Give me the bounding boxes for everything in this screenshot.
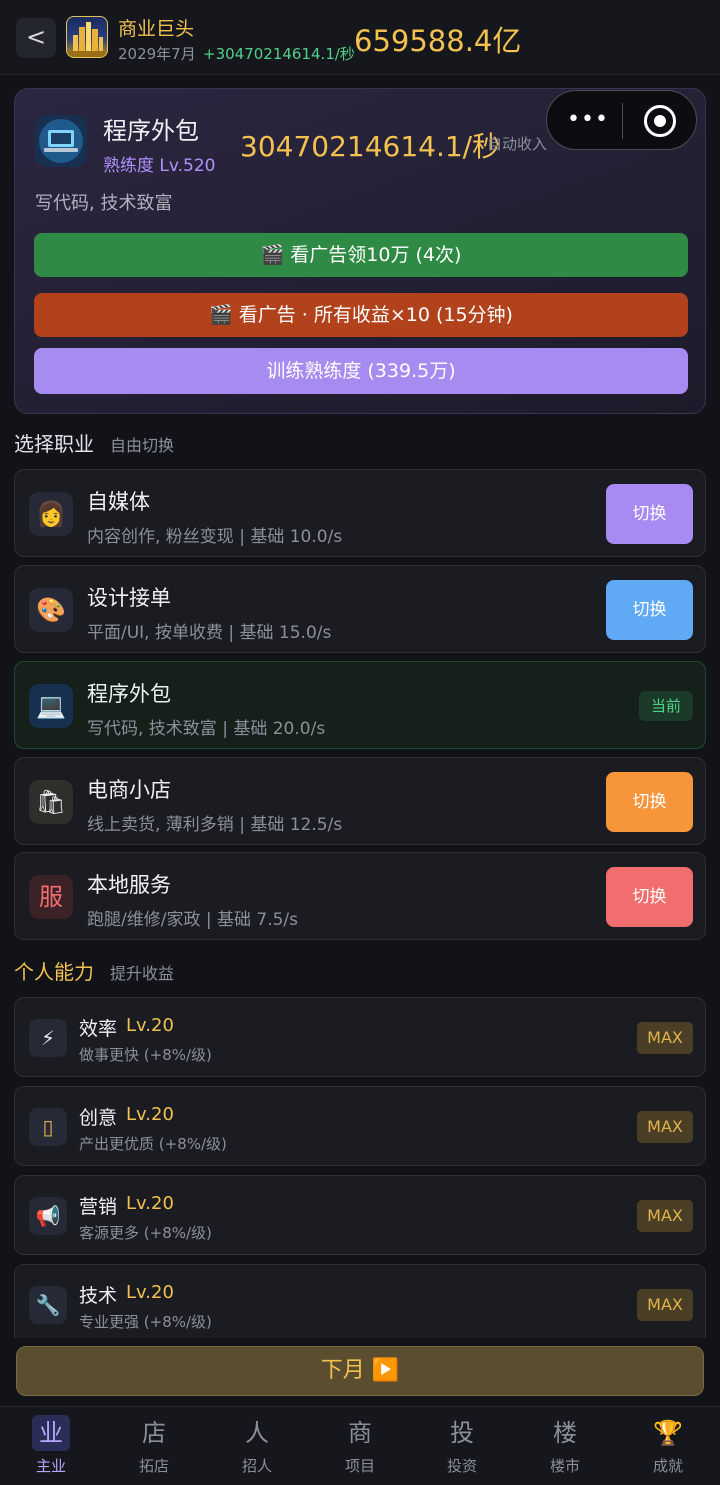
ability-name: 营销 [79,1196,118,1218]
hero-career-name: 程序外包 [103,117,199,145]
max-badge: MAX [637,1289,693,1321]
laptop-coder-icon: 💻 [29,684,73,728]
watch-ad-boost-button[interactable]: 🎬 看广告 · 所有收益×10 (15分钟) [34,293,688,337]
next-month-button[interactable]: 下月 ▶️ [16,1346,704,1396]
lightning-icon: ⚡ [29,1019,67,1057]
nav-label: 成就 [652,1457,683,1475]
nav-projects[interactable]: 商 项目 [320,1415,400,1476]
max-badge: MAX [637,1022,693,1054]
switch-button[interactable]: 切换 [606,484,693,544]
top-header: < 商业巨头 2029年7月 +30470214614.1/秒 659588.4… [0,0,720,75]
career-desc: 写代码, 技术致富 | 基础 20.0/s [87,719,326,739]
nav-label: 主业 [35,1457,66,1475]
back-button[interactable]: < [16,18,56,58]
careers-section-title: 选择职业 [14,432,94,456]
nav-label: 拓店 [138,1457,169,1475]
lightbulb-icon: ▯ [29,1108,67,1146]
career-desc: 线上卖货, 薄利多销 | 基础 12.5/s [87,815,343,835]
ability-name: 创意 [79,1107,118,1129]
bottom-navigation: 业 主业 店 拓店 人 招人 商 项目 投 投资 楼 楼市 🏆 成就 [0,1406,720,1485]
nav-recruit[interactable]: 人 招人 [217,1415,297,1476]
nav-person-icon: 人 [245,1419,269,1447]
shopping-bag-icon: 🛍 [29,780,73,824]
ability-desc: 客源更多 (+8%/级) [79,1224,212,1242]
capsule-divider [622,103,623,139]
ability-desc: 专业更强 (+8%/级) [79,1313,212,1331]
career-desc: 平面/UI, 按单收费 | 基础 15.0/s [87,623,332,643]
megaphone-icon: 📢 [29,1197,67,1235]
next-month-bar: 下月 ▶️ [0,1338,720,1406]
career-name: 设计接单 [87,586,171,610]
hero-skill-level: 熟练度 Lv.520 [103,156,216,176]
switch-button[interactable]: 切换 [606,867,693,927]
ability-card-efficiency: ⚡ 效率 Lv.20 做事更快 (+8%/级) MAX [14,997,706,1077]
city-skyline-icon [67,22,107,57]
nav-real-estate[interactable]: 楼 楼市 [525,1415,605,1476]
nav-invest-icon: 投 [450,1419,474,1447]
service-text-icon: 服 [29,875,73,919]
ability-card-creativity: ▯ 创意 Lv.20 产出更优质 (+8%/级) MAX [14,1086,706,1166]
game-date: 2029年7月 [118,45,196,63]
current-badge: 当前 [639,691,693,721]
ability-desc: 产出更优质 (+8%/级) [79,1135,227,1153]
ability-card-technology: 🔧 技术 Lv.20 专业更强 (+8%/级) MAX [14,1264,706,1344]
nav-business-icon: 商 [348,1419,372,1447]
hero-description: 写代码, 技术致富 [35,193,173,214]
max-badge: MAX [637,1200,693,1232]
career-card-ecommerce: 🛍 电商小店 线上卖货, 薄利多销 | 基础 12.5/s 切换 [14,757,706,845]
nav-label: 招人 [241,1457,272,1475]
abilities-section-title: 个人能力 [14,960,94,984]
ability-level: Lv.20 [126,1193,174,1214]
nav-store-icon: 店 [142,1419,166,1447]
career-card-self-media: 👩 自媒体 内容创作, 粉丝变现 | 基础 10.0/s 切换 [14,469,706,557]
train-skill-button[interactable]: 训练熟练度 (339.5万) [34,348,688,394]
ability-name: 效率 [79,1018,118,1040]
career-name: 程序外包 [87,682,171,706]
switch-button[interactable]: 切换 [606,772,693,832]
nav-invest[interactable]: 投 投资 [422,1415,502,1476]
close-target-icon[interactable] [644,105,676,137]
trophy-icon: 🏆 [653,1419,683,1447]
career-name: 电商小店 [87,778,171,802]
nav-label: 楼市 [549,1457,580,1475]
total-money: 659588.4亿 [354,24,522,58]
max-badge: MAX [637,1111,693,1143]
auto-income-label: 自动收入 [487,135,548,153]
career-desc: 跑腿/维修/家政 | 基础 7.5/s [87,910,299,930]
career-name: 自媒体 [87,490,150,514]
miniprogram-capsule: ••• [546,90,697,150]
abilities-section-subtitle: 提升收益 [110,964,175,983]
nav-label: 项目 [344,1457,375,1475]
career-card-local-service: 服 本地服务 跑腿/维修/家政 | 基础 7.5/s 切换 [14,852,706,940]
app-logo [66,16,108,58]
more-options-icon[interactable]: ••• [567,107,609,132]
income-rate: +30470214614.1/秒 [203,45,355,63]
nav-main-business-icon: 业 [32,1415,70,1451]
ability-desc: 做事更快 (+8%/级) [79,1046,212,1064]
ability-name: 技术 [79,1285,118,1307]
career-desc: 内容创作, 粉丝变现 | 基础 10.0/s [87,527,343,547]
watch-ad-cash-button[interactable]: 🎬 看广告领10万 (4次) [34,233,688,277]
career-card-design: 🎨 设计接单 平面/UI, 按单收费 | 基础 15.0/s 切换 [14,565,706,653]
app-title: 商业巨头 [118,18,195,40]
ability-level: Lv.20 [126,1104,174,1125]
laptop-coder-icon [35,115,87,167]
palette-icon: 🎨 [29,588,73,632]
ability-card-marketing: 📢 营销 Lv.20 客源更多 (+8%/级) MAX [14,1175,706,1255]
switch-button[interactable]: 切换 [606,580,693,640]
nav-main-business[interactable]: 业 主业 [11,1415,91,1476]
nav-label: 投资 [446,1457,477,1475]
influencer-icon: 👩 [29,492,73,536]
career-name: 本地服务 [87,873,171,897]
hero-income: 30470214614.1/秒 [240,130,501,163]
ability-level: Lv.20 [126,1282,174,1303]
nav-expand-store[interactable]: 店 拓店 [114,1415,194,1476]
career-card-programming: 💻 程序外包 写代码, 技术致富 | 基础 20.0/s 当前 [14,661,706,749]
nav-achievements[interactable]: 🏆 成就 [628,1415,708,1476]
wrench-icon: 🔧 [29,1286,67,1324]
nav-building-icon: 楼 [553,1419,577,1447]
ability-level: Lv.20 [126,1015,174,1036]
careers-section-subtitle: 自由切换 [110,436,175,455]
